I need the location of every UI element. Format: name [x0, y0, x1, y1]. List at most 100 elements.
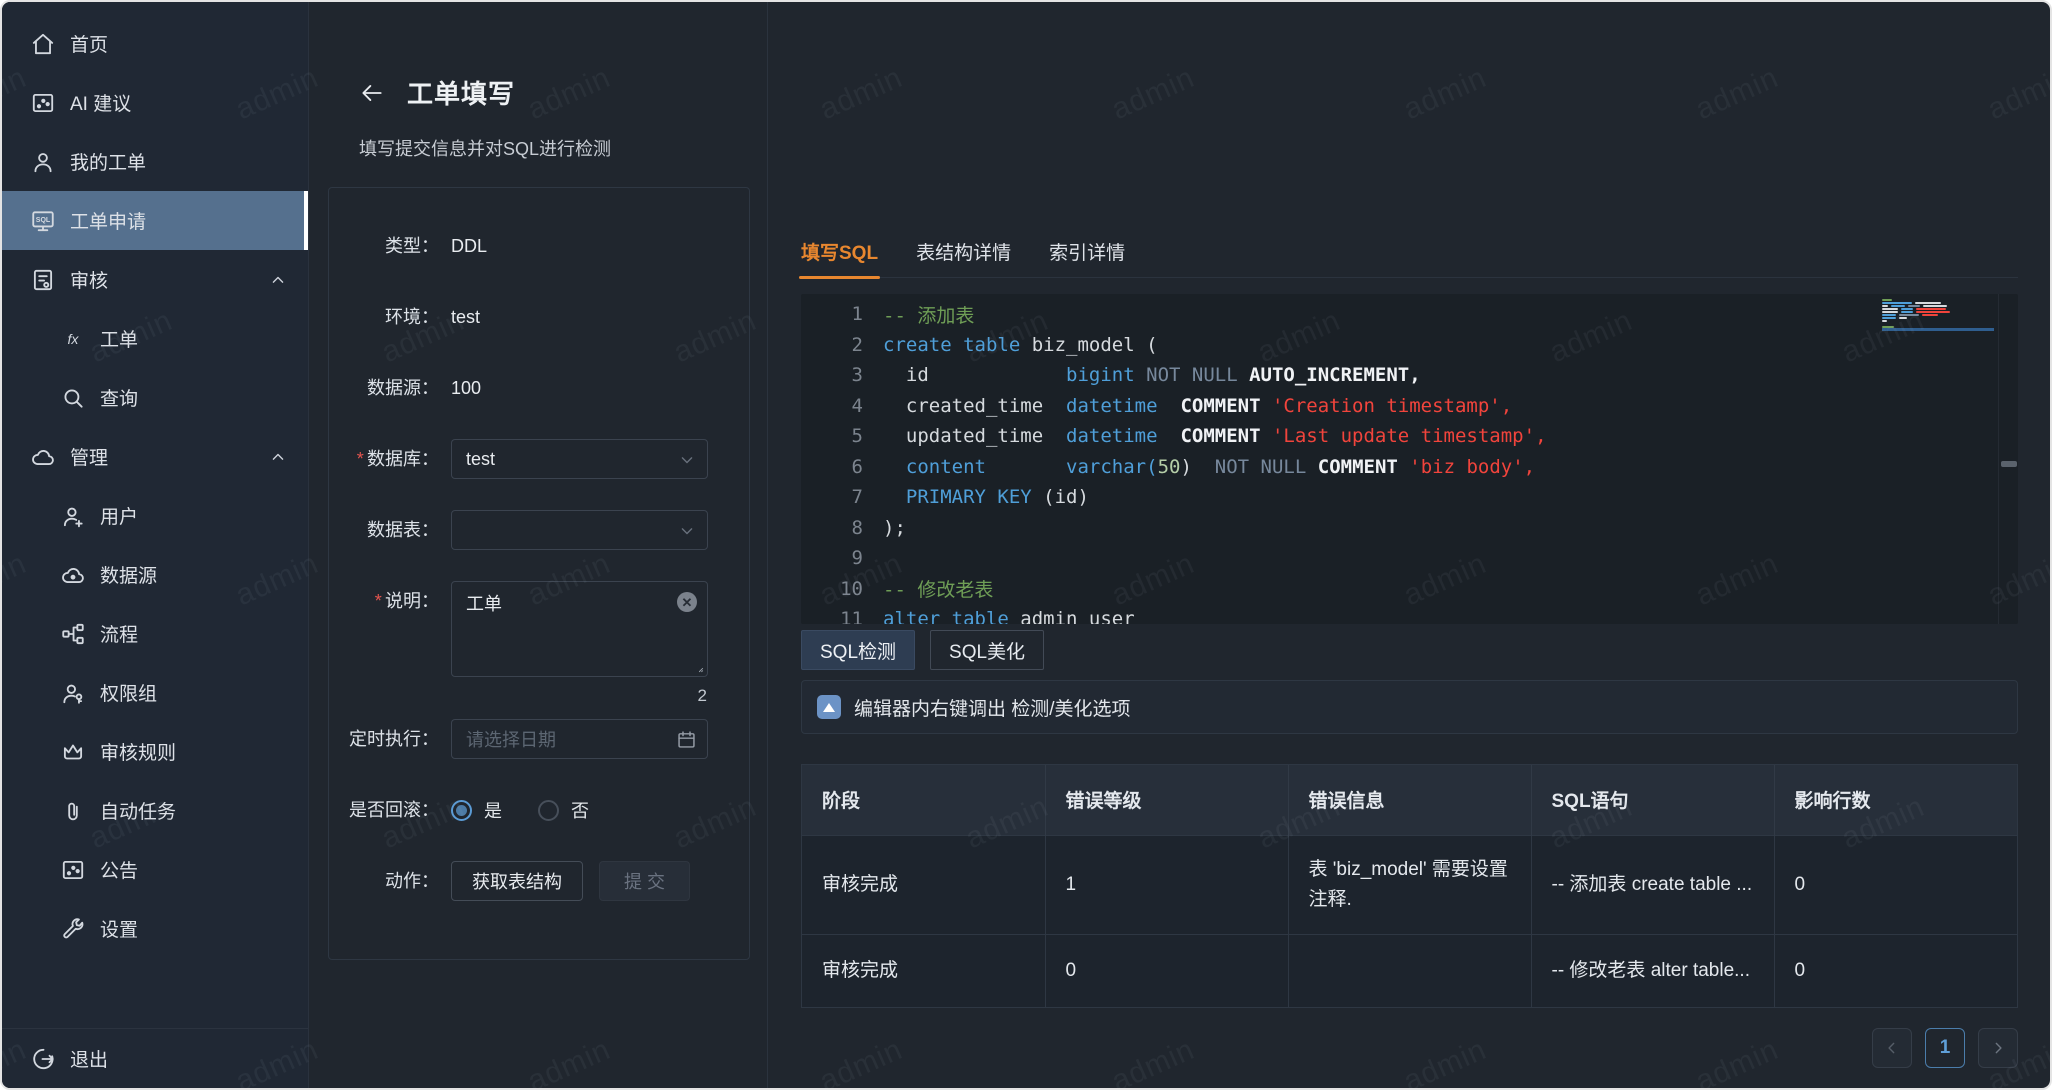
- form-row-description: *说明： 工单 ✕ 2: [329, 581, 725, 677]
- rollback-no-label: 否: [571, 797, 589, 823]
- description-textarea[interactable]: 工单 ✕ 2: [451, 581, 708, 677]
- sidebar-item-ticket-apply[interactable]: SQL工单申请: [2, 191, 308, 250]
- column-header: 错误等级: [1045, 765, 1288, 835]
- required-star: *: [356, 449, 363, 469]
- editor-scrollbar-thumb[interactable]: [2001, 461, 2017, 467]
- user-icon: [30, 149, 56, 175]
- chevron-right-icon: [1988, 1038, 2008, 1058]
- cloud-icon: [30, 444, 56, 470]
- action-buttons: 获取表结构 提 交: [451, 861, 690, 901]
- schedule-date-input[interactable]: 请选择日期: [451, 719, 708, 759]
- sidebar-item-perm-group[interactable]: 权限组: [2, 663, 308, 722]
- table-cell: -- 修改老表 alter table...: [1531, 934, 1774, 1007]
- tab-fill-sql[interactable]: 填写SQL: [801, 226, 878, 277]
- table-cell: 0: [1045, 934, 1288, 1007]
- sidebar-logout-section: 退出: [2, 1028, 308, 1088]
- column-header: SQL语句: [1531, 765, 1774, 835]
- form-row-datasource: 数据源： 100: [329, 368, 725, 408]
- monitor-sql-icon: SQL: [30, 208, 56, 234]
- back-arrow-icon[interactable]: [359, 80, 385, 106]
- sidebar-item-settings[interactable]: 设置: [2, 899, 308, 958]
- sidebar-item-ai-suggest[interactable]: AI 建议: [2, 73, 308, 132]
- datasource-label: 数据源：: [329, 368, 451, 408]
- fx-icon: fx: [60, 326, 86, 352]
- tab-bar: 填写SQL 表结构详情索引详情: [801, 226, 2018, 278]
- sidebar-item-my-tickets[interactable]: 我的工单: [2, 132, 308, 191]
- datasource-value: 100: [451, 368, 481, 408]
- sidebar-item-label: 退出: [70, 1045, 108, 1072]
- page-header: 工单填写: [309, 2, 767, 111]
- sidebar-item-audit-query[interactable]: 查询: [2, 368, 308, 427]
- env-value: test: [451, 297, 480, 337]
- sidebar-item-manage[interactable]: 管理: [2, 427, 308, 486]
- submit-button[interactable]: 提 交: [599, 861, 690, 901]
- rollback-yes-option[interactable]: 是: [451, 797, 502, 823]
- sidebar-item-label: 我的工单: [70, 148, 146, 175]
- code-line-5: 5 updated_time datetime COMMENT 'Last up…: [801, 421, 2018, 452]
- rollback-no-option[interactable]: 否: [538, 797, 589, 823]
- action-label: 动作：: [329, 861, 451, 901]
- sidebar-item-label: 公告: [100, 856, 138, 883]
- get-table-structure-button[interactable]: 获取表结构: [451, 861, 583, 901]
- description-value: 工单: [466, 594, 502, 614]
- sidebar-item-announcement[interactable]: 公告: [2, 840, 308, 899]
- required-star: *: [374, 591, 381, 611]
- sidebar-item-home[interactable]: 首页: [2, 14, 308, 73]
- sidebar-item-label: 设置: [100, 915, 138, 942]
- table-cell: 1: [1045, 835, 1288, 934]
- sidebar-item-audit-rules[interactable]: 审核规则: [2, 722, 308, 781]
- code-line-10: 10-- 修改老表: [801, 574, 2018, 605]
- type-label: 类型：: [329, 226, 451, 266]
- chevron-down-icon: [677, 450, 697, 470]
- schedule-label: 定时执行：: [329, 719, 451, 759]
- sidebar-item-users[interactable]: 用户: [2, 486, 308, 545]
- page-title: 工单填写: [407, 74, 515, 111]
- table-cell: 表 'biz_model' 需要设置注释.: [1288, 835, 1531, 934]
- sidebar-item-label: 工单: [100, 325, 138, 352]
- svg-text:SQL: SQL: [36, 216, 51, 223]
- sidebar-item-label: 自动任务: [100, 797, 176, 824]
- sidebar-item-label: 审核: [70, 266, 108, 293]
- next-page-button[interactable]: [1978, 1028, 2018, 1068]
- table-header-row: 阶段错误等级错误信息SQL语句影响行数: [802, 765, 2017, 835]
- sidebar: 首页AI 建议我的工单 SQL工单申请审核 fx 工单查询管理用户数据源流程权限组审核…: [2, 2, 309, 1088]
- sidebar-item-auto-tasks[interactable]: 自动任务: [2, 781, 308, 840]
- line-number: 3: [801, 364, 883, 386]
- prev-page-button[interactable]: [1872, 1028, 1912, 1068]
- logout-icon: [30, 1046, 56, 1072]
- line-number: 9: [801, 547, 883, 569]
- table-select[interactable]: [451, 510, 708, 550]
- sidebar-item-audit-ticket[interactable]: fx 工单: [2, 309, 308, 368]
- sql-editor[interactable]: 1-- 添加表2create table biz_model (3 id big…: [801, 294, 2018, 624]
- database-select[interactable]: test: [451, 439, 708, 479]
- env-label: 环境：: [329, 297, 451, 337]
- table-row: 审核完成1表 'biz_model' 需要设置注释.-- 添加表 create …: [802, 835, 2017, 934]
- line-number: 6: [801, 456, 883, 478]
- resize-handle-icon[interactable]: [693, 662, 704, 673]
- sql-beautify-button[interactable]: SQL美化: [930, 630, 1044, 670]
- current-page-button[interactable]: 1: [1925, 1028, 1965, 1068]
- tab-index-detail[interactable]: 索引详情: [1049, 226, 1125, 277]
- sidebar-nav: 首页AI 建议我的工单 SQL工单申请审核 fx 工单查询管理用户数据源流程权限组审核…: [2, 14, 308, 1028]
- line-number: 5: [801, 425, 883, 447]
- sidebar-item-label: 管理: [70, 443, 108, 470]
- sql-action-buttons: SQL检测 SQL美化: [801, 630, 2018, 670]
- search-icon: [60, 385, 86, 411]
- code-line-3: 3 id bigint NOT NULL AUTO_INCREMENT,: [801, 360, 2018, 391]
- sidebar-item-label: 权限组: [100, 679, 157, 706]
- flow-icon: [60, 621, 86, 647]
- form-row-type: 类型： DDL: [329, 226, 725, 266]
- minimap-separator: [1998, 294, 1999, 624]
- sidebar-item-audit[interactable]: 审核: [2, 250, 308, 309]
- clear-icon[interactable]: ✕: [677, 592, 697, 612]
- editor-tip-bar: 编辑器内右键调出 检测/美化选项: [801, 680, 2018, 734]
- cloud-db-icon: [60, 562, 86, 588]
- sidebar-item-datasource[interactable]: 数据源: [2, 545, 308, 604]
- sql-check-button[interactable]: SQL检测: [801, 630, 915, 670]
- tab-table-structure[interactable]: 表结构详情: [916, 226, 1011, 277]
- sidebar-item-logout[interactable]: 退出: [2, 1029, 308, 1088]
- up-triangle-icon: [817, 695, 841, 719]
- table-label: 数据表：: [329, 510, 451, 550]
- sidebar-item-flow[interactable]: 流程: [2, 604, 308, 663]
- minimap-highlight-line: [1882, 328, 1994, 331]
